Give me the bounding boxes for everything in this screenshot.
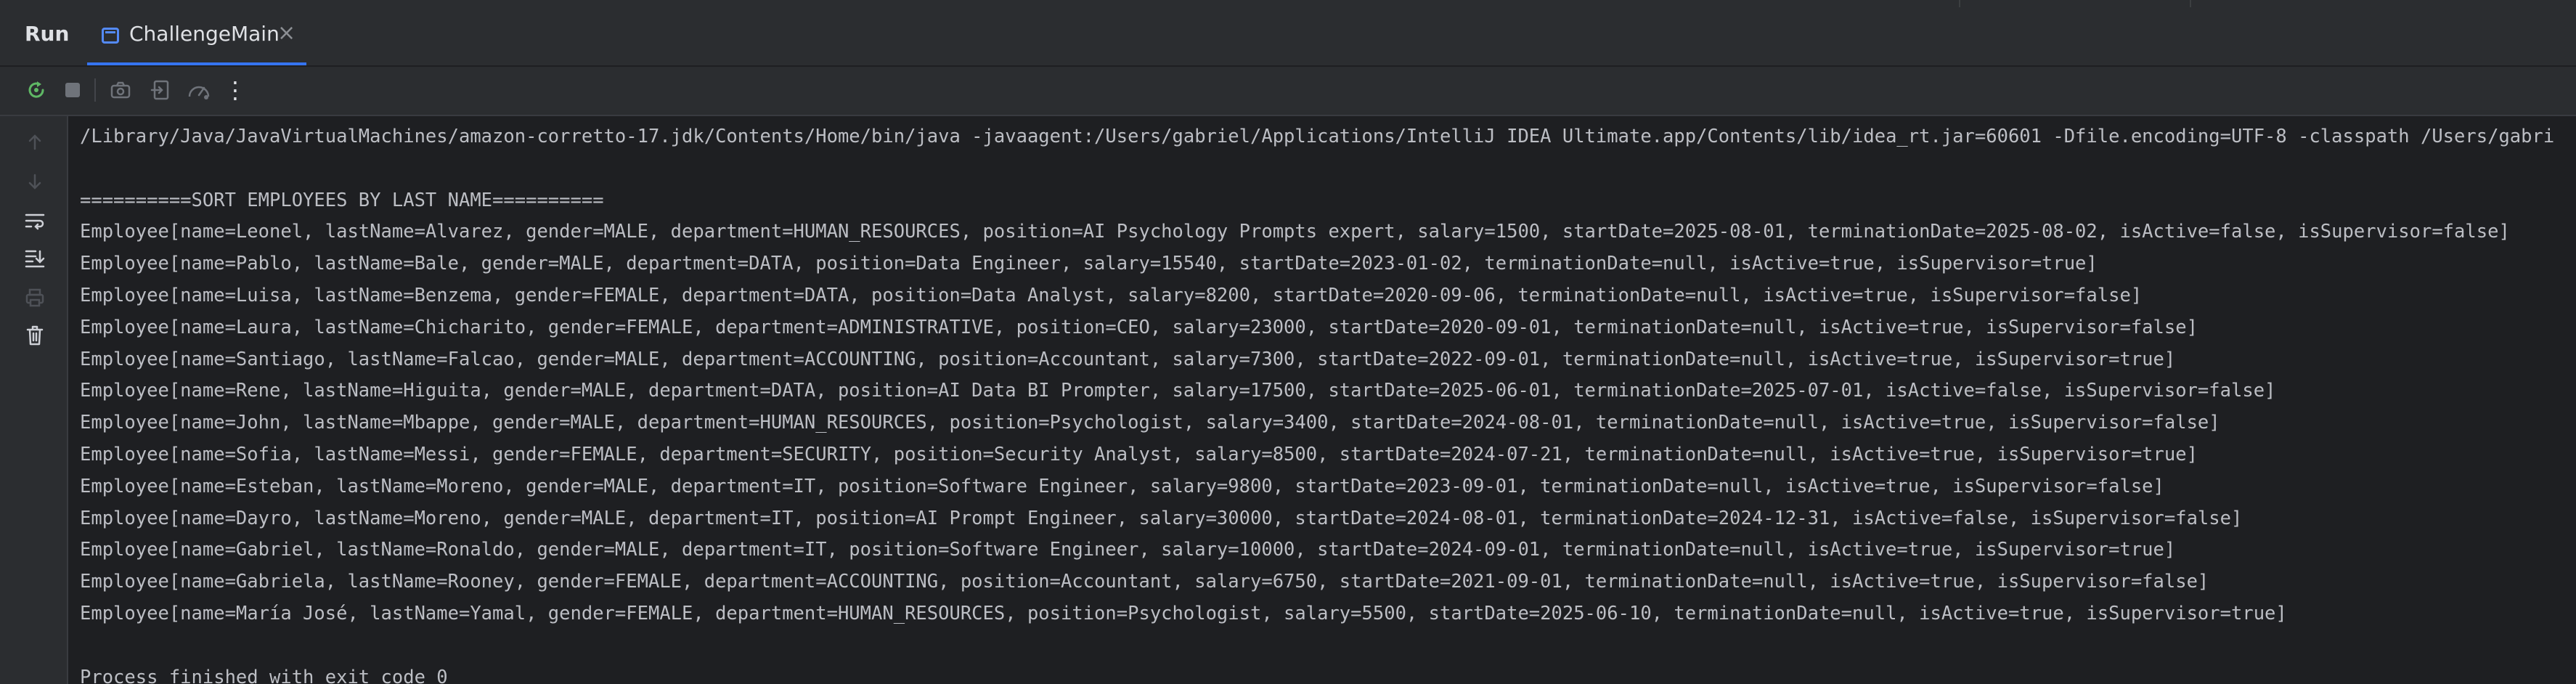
printer-icon — [25, 288, 44, 307]
console-line-employee: Employee[name=Pablo, lastName=Bale, gend… — [80, 253, 2098, 275]
stop-button[interactable] — [58, 76, 87, 105]
rerun-button[interactable] — [22, 76, 51, 105]
console-line-employee: Employee[name=John, lastName=Mbappe, gen… — [80, 412, 2220, 434]
console-line-employee: Employee[name=Gabriel, lastName=Ronaldo,… — [80, 539, 2176, 561]
restore-layout-button[interactable] — [147, 76, 176, 105]
screenshot-button[interactable] — [106, 76, 135, 105]
console-line-employee: Employee[name=Gabriela, lastName=Rooney,… — [80, 571, 2209, 593]
console-side-toolbar — [0, 116, 68, 684]
console-line-blank — [80, 153, 2554, 185]
scroll-to-end-button[interactable] — [20, 244, 49, 273]
scroll-up-button[interactable] — [20, 128, 49, 157]
console-line-employee: Employee[name=Leonel, lastName=Alvarez, … — [80, 221, 2510, 243]
more-options-button[interactable]: ⋮ — [221, 76, 250, 105]
gauge-icon — [188, 86, 210, 99]
java-class-file-icon — [102, 28, 119, 44]
tab-challenge-main[interactable]: ChallengeMain × — [87, 10, 306, 65]
exit-to-panel-icon — [150, 80, 169, 100]
stop-square-icon — [65, 83, 80, 97]
arrow-down-icon — [28, 174, 41, 190]
tab-label: ChallengeMain — [129, 22, 280, 46]
scroll-down-button[interactable] — [20, 167, 49, 196]
console-line-employee: Employee[name=Esteban, lastName=Moreno, … — [80, 475, 2164, 497]
trash-icon — [26, 325, 44, 346]
clear-all-button[interactable] — [20, 321, 49, 350]
print-button[interactable] — [20, 283, 49, 312]
close-icon[interactable]: × — [277, 20, 295, 46]
camera-icon — [110, 81, 131, 99]
console-line-employee: Employee[name=Luisa, lastName=Benzema, g… — [80, 284, 2143, 306]
console-output[interactable]: /Library/Java/JavaVirtualMachines/amazon… — [68, 116, 2576, 684]
console-line-employee: Employee[name=Rene, lastName=Higuita, ge… — [80, 380, 2276, 402]
console-line-employee: Employee[name=Dayro, lastName=Moreno, ge… — [80, 507, 2243, 529]
run-tool-window-header: Run ChallengeMain × — [0, 0, 2576, 67]
more-vertical-icon: ⋮ — [224, 76, 247, 104]
arrow-up-icon — [28, 134, 41, 150]
console-line-employee: Employee[name=Laura, lastName=Chicharito… — [80, 316, 2198, 338]
console-line-employee: Employee[name=María José, lastName=Yamal… — [80, 602, 2287, 624]
rerun-icon — [28, 81, 44, 98]
console-line-employee: Employee[name=Santiago, lastName=Falcao,… — [80, 348, 2176, 370]
soft-wrap-icon — [25, 213, 45, 230]
soft-wrap-button[interactable] — [20, 206, 49, 235]
console-line-employee: Employee[name=Sofia, lastName=Messi, gen… — [80, 443, 2198, 465]
console-line-section-header: ==========SORT EMPLOYEES BY LAST NAME===… — [80, 189, 604, 211]
run-tool-window-title: Run — [25, 22, 70, 46]
run-toolbar: ⋮ — [0, 67, 2576, 116]
console-line-command: /Library/Java/JavaVirtualMachines/amazon… — [80, 126, 2555, 147]
scroll-to-end-icon — [25, 250, 45, 268]
console-line-blank — [80, 630, 2554, 662]
profiler-button[interactable] — [184, 76, 213, 105]
divider — [2190, 0, 2191, 7]
toolbar-separator — [94, 78, 96, 102]
divider — [1959, 0, 1960, 7]
console-lines: /Library/Java/JavaVirtualMachines/amazon… — [80, 121, 2554, 684]
console-line-exit-status: Process finished with exit code 0 — [80, 666, 448, 684]
